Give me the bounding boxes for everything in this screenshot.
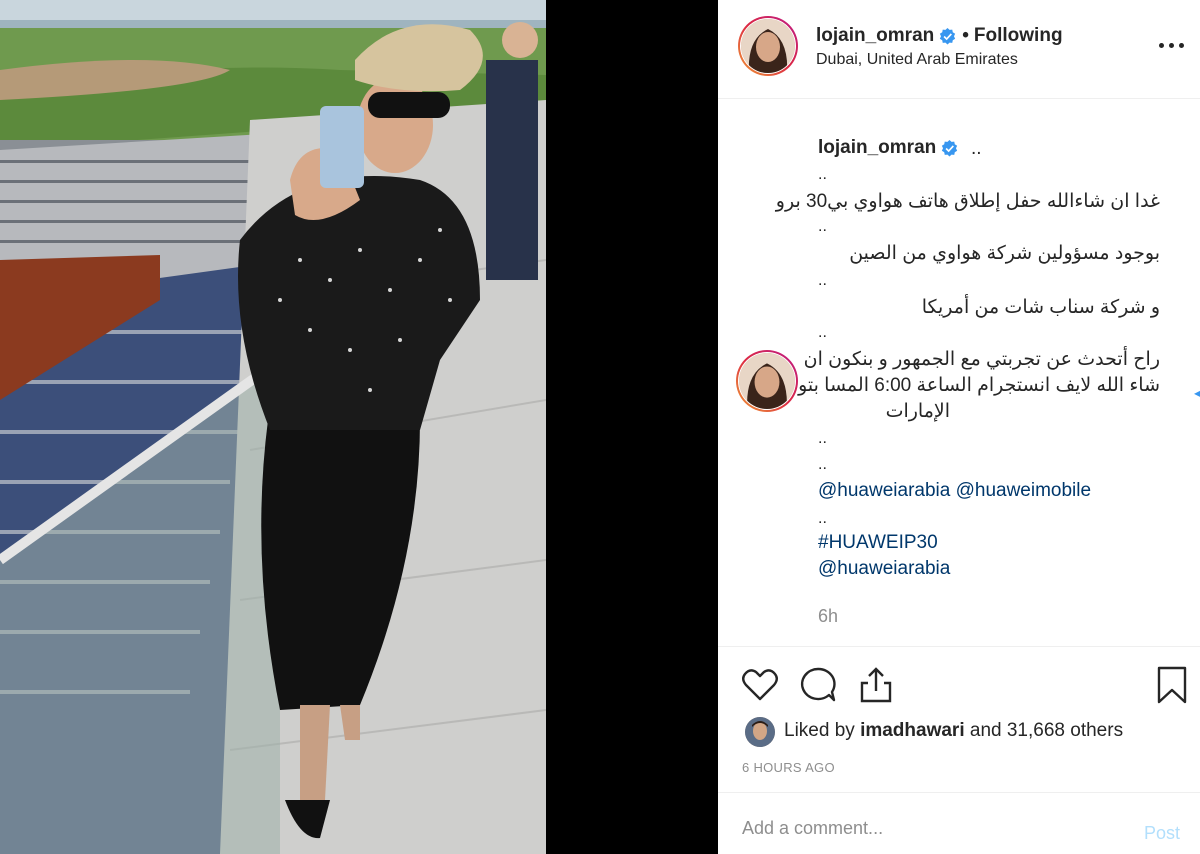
heart-icon[interactable] (740, 665, 780, 705)
scroll-indicator-icon: ◂ (1194, 386, 1200, 400)
caption-author: lojain_omran (818, 137, 958, 159)
following-button[interactable]: Following (974, 25, 1063, 47)
caption-area: lojain_omran .. .. غدا ان شاءالله حفل إط… (718, 100, 1200, 645)
caption-line: شاء الله لايف انستجرام الساعة 6:00 المسا… (764, 375, 1160, 396)
caption-line: .. (818, 324, 827, 341)
likes-summary[interactable]: Liked by imadhawari and 31,668 others (784, 720, 1123, 742)
caption-hashtag-link[interactable]: #HUAWEIP30 (818, 532, 938, 554)
post-photo[interactable] (0, 0, 718, 854)
author-username[interactable]: lojain_omran (816, 25, 934, 47)
caption-avatar[interactable] (736, 350, 798, 412)
caption-line: .. (818, 510, 827, 527)
caption-timestamp: 6h (818, 606, 839, 626)
photo-image (0, 0, 546, 854)
post-age: 6 HOURS AGO (742, 760, 835, 775)
more-options-icon[interactable] (1158, 36, 1188, 56)
caption-line: بوجود مسؤولين شركة هواوي من الصين (849, 243, 1160, 264)
post-side-panel: lojain_omran • Following Dubai, United A… (718, 0, 1200, 854)
likes-prefix: Liked by (784, 720, 855, 741)
author-avatar[interactable] (738, 16, 798, 76)
verified-badge-icon (940, 27, 956, 44)
caption-line: راح أتحدث عن تجربتي مع الجمهور و بنكون ا… (803, 349, 1160, 370)
bookmark-icon[interactable] (1152, 665, 1192, 705)
verified-badge-icon (942, 139, 958, 156)
share-icon[interactable] (856, 665, 896, 705)
author-row: lojain_omran • Following (816, 25, 1063, 47)
post-location[interactable]: Dubai, United Arab Emirates (816, 51, 1018, 69)
likes-count[interactable]: and 31,668 others (970, 720, 1123, 741)
caption-line: .. (818, 218, 827, 235)
liker-avatar[interactable] (745, 717, 775, 747)
caption-line: .. (818, 430, 827, 447)
caption-line: .. (818, 166, 827, 183)
caption-lead: .. (971, 138, 982, 159)
caption-mention-link[interactable]: @huaweiarabia (818, 558, 950, 580)
post-actions: Liked by imadhawari and 31,668 others 6 … (718, 646, 1200, 791)
caption-mention-link[interactable]: @huaweiarabia @huaweimobile (818, 480, 1091, 502)
caption-line: الإمارات (885, 401, 950, 422)
caption-username[interactable]: lojain_omran (818, 137, 936, 159)
comment-bar: Post (718, 792, 1200, 854)
header-separator: • (962, 25, 969, 46)
caption-line: .. (818, 272, 827, 289)
post-header: lojain_omran • Following Dubai, United A… (718, 0, 1200, 99)
caption-line: غدا ان شاءالله حفل إطلاق هاتف هواوي بي30… (775, 191, 1160, 212)
comment-input[interactable] (742, 815, 1122, 841)
caption-line: .. (818, 456, 827, 473)
comment-icon[interactable] (798, 665, 838, 705)
post-comment-button[interactable]: Post (1144, 823, 1180, 844)
caption-line: و شركة سناب شات من أمريكا (921, 297, 1160, 318)
liker-username[interactable]: imadhawari (860, 720, 965, 741)
